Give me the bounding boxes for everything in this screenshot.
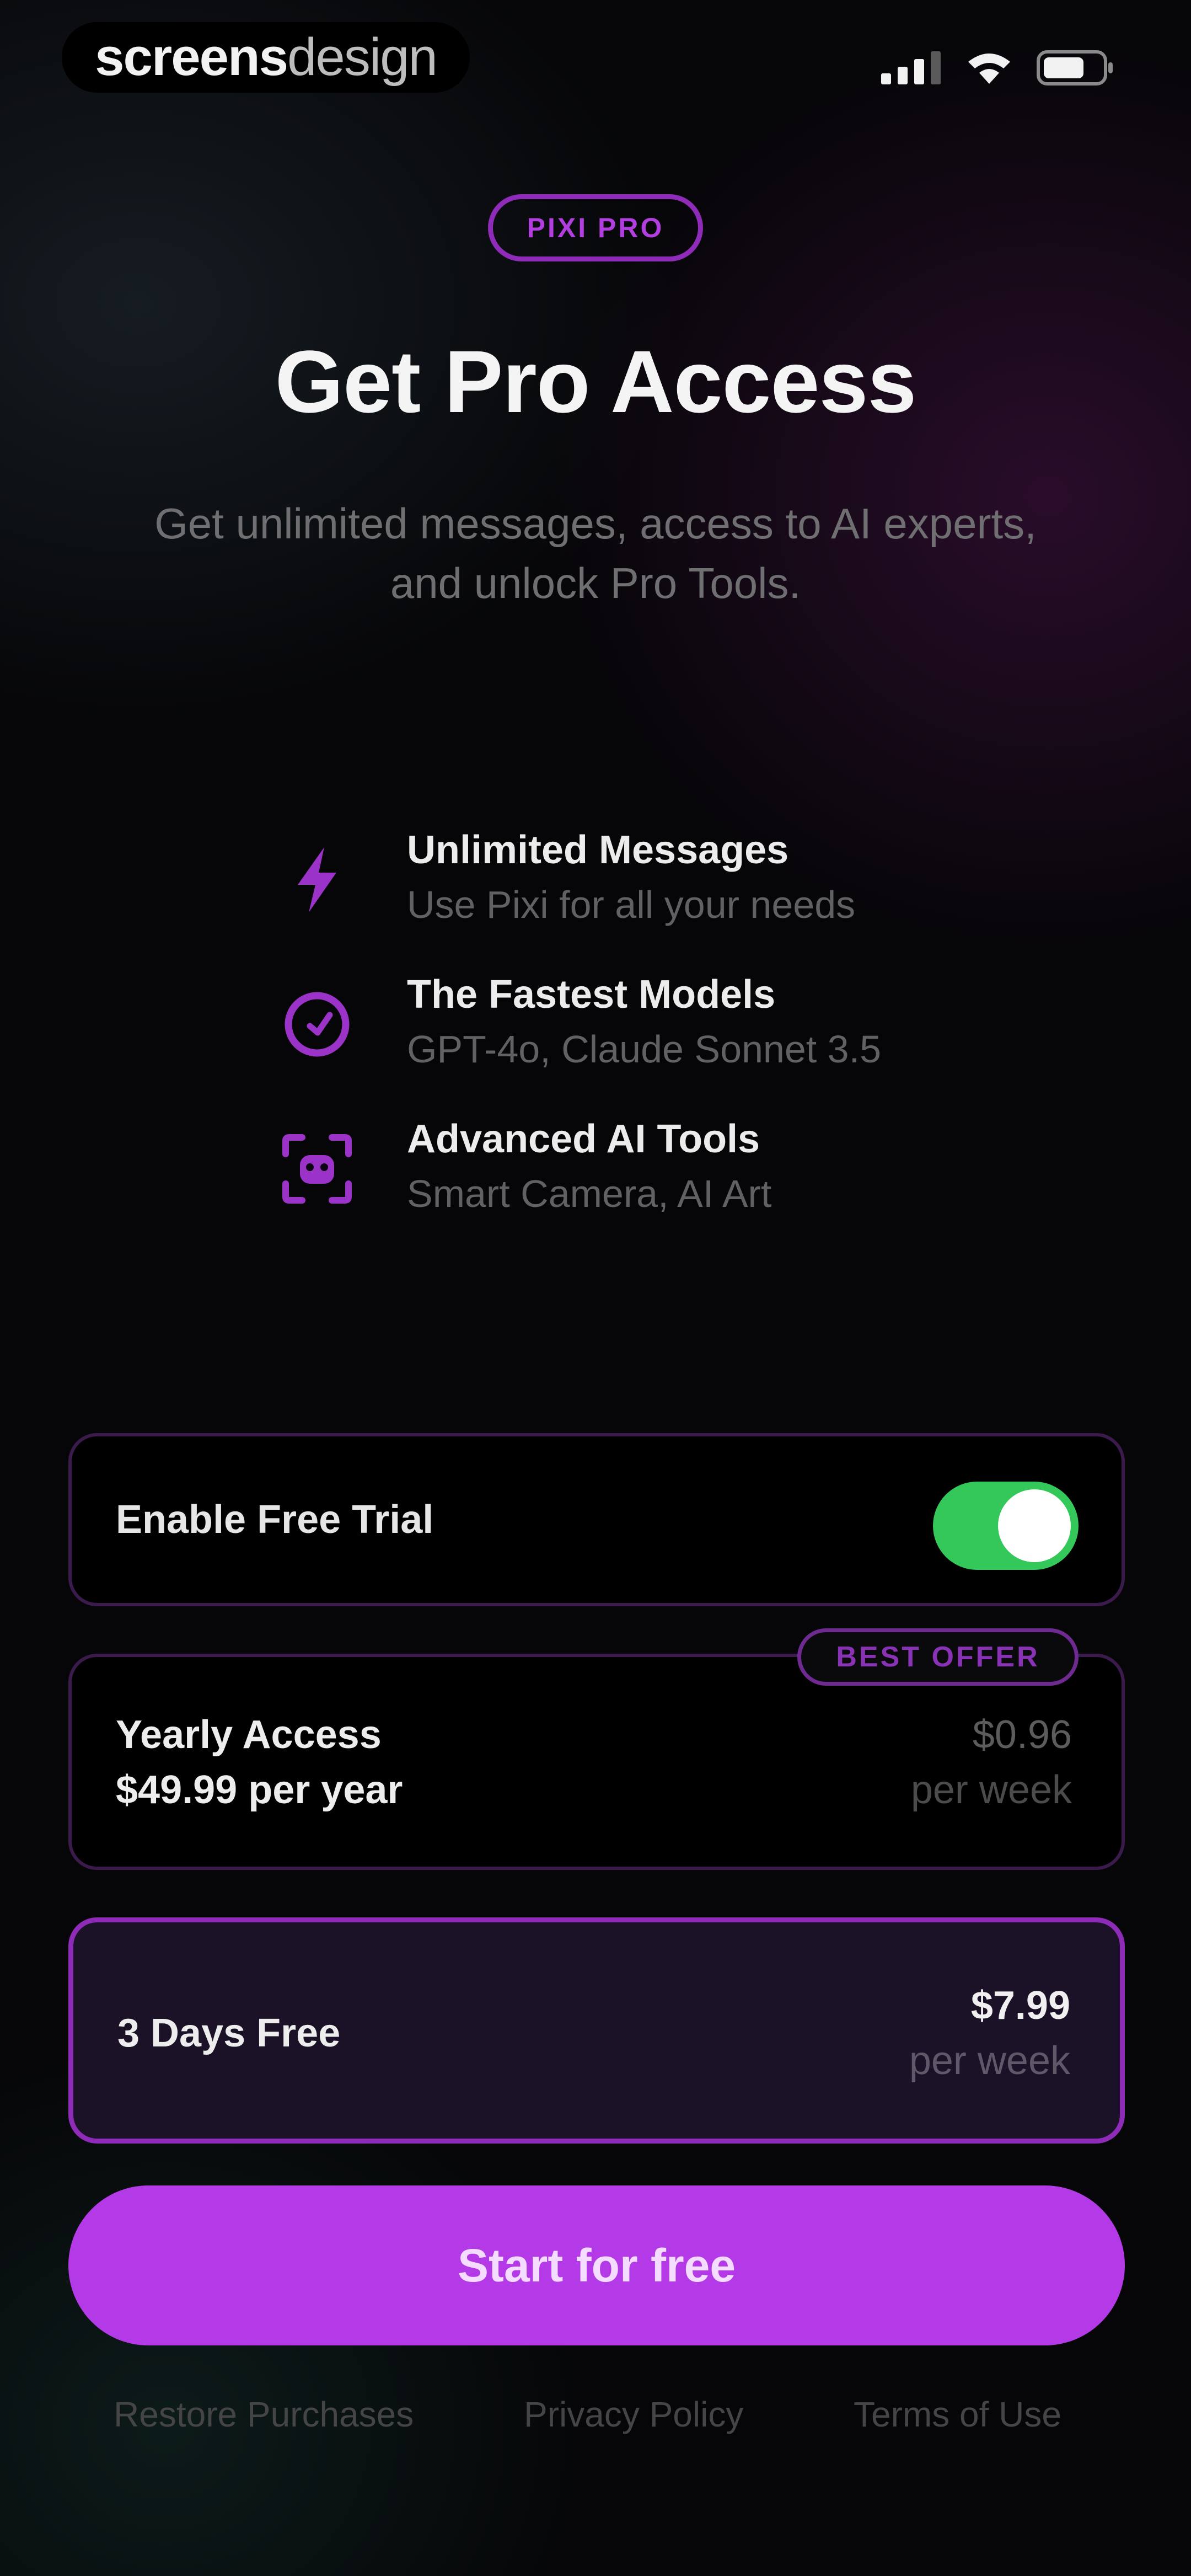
signal-icon bbox=[881, 51, 941, 84]
page-title: Get Pro Access bbox=[275, 332, 917, 431]
plan-option-weekly[interactable]: 3 Days Free $7.99 per week bbox=[68, 1917, 1125, 2144]
best-offer-badge: BEST OFFER bbox=[797, 1628, 1079, 1686]
start-for-free-button[interactable]: Start for free bbox=[68, 2185, 1125, 2345]
free-trial-label: Enable Free Trial bbox=[116, 1498, 434, 1542]
plan-name: Yearly Access bbox=[116, 1713, 382, 1757]
feature-advanced-ai-tools: Advanced AI Tools Smart Camera, AI Art bbox=[281, 1116, 998, 1238]
restore-purchases-link[interactable]: Restore Purchases bbox=[114, 2394, 414, 2435]
feature-description: Smart Camera, AI Art bbox=[407, 1172, 772, 1215]
battery-icon bbox=[1037, 50, 1113, 85]
plan-weekly-price: $0.96 bbox=[972, 1713, 1072, 1757]
terms-of-use-link[interactable]: Terms of Use bbox=[854, 2394, 1061, 2435]
page-subtitle: Get unlimited messages, access to AI exp… bbox=[99, 494, 1092, 613]
toggle-knob bbox=[998, 1489, 1071, 1562]
wifi-icon bbox=[968, 54, 1010, 84]
brand-watermark: screens design bbox=[62, 22, 470, 93]
brand-word-design: design bbox=[287, 28, 438, 87]
feature-description: GPT-4o, Claude Sonnet 3.5 bbox=[407, 1028, 881, 1071]
plan-weekly-unit: per week bbox=[910, 1768, 1072, 1812]
plan-price: $49.99 per year bbox=[116, 1768, 403, 1812]
scan-face-icon bbox=[282, 1134, 352, 1204]
paywall-screen: screens design PIXI PRO Get Pro Access Ge… bbox=[0, 0, 1191, 2576]
speedometer-icon bbox=[285, 992, 350, 1057]
plan-price: $7.99 bbox=[970, 1984, 1070, 2028]
subtitle-line-2: and unlock Pro Tools. bbox=[390, 559, 801, 607]
pro-badge: PIXI PRO bbox=[488, 194, 703, 261]
plan-option-yearly[interactable]: BEST OFFER Yearly Access $49.99 per year… bbox=[68, 1628, 1125, 1870]
status-icons bbox=[881, 49, 1114, 87]
feature-title: Advanced AI Tools bbox=[407, 1117, 760, 1161]
feature-fastest-models: The Fastest Models GPT-4o, Claude Sonnet… bbox=[281, 972, 998, 1093]
lightning-icon bbox=[298, 847, 336, 912]
feature-title: Unlimited Messages bbox=[407, 828, 789, 872]
feature-title: The Fastest Models bbox=[407, 972, 776, 1017]
free-trial-toggle[interactable] bbox=[933, 1482, 1079, 1570]
privacy-policy-link[interactable]: Privacy Policy bbox=[524, 2394, 743, 2435]
feature-unlimited-messages: Unlimited Messages Use Pixi for all your… bbox=[281, 827, 998, 949]
subtitle-line-1: Get unlimited messages, access to AI exp… bbox=[154, 499, 1037, 548]
free-trial-row[interactable]: Enable Free Trial bbox=[68, 1433, 1125, 1606]
brand-word-screens: screens bbox=[95, 28, 288, 87]
feature-description: Use Pixi for all your needs bbox=[407, 883, 856, 926]
plan-name: 3 Days Free bbox=[117, 2011, 341, 2055]
plan-unit: per week bbox=[909, 2039, 1070, 2083]
